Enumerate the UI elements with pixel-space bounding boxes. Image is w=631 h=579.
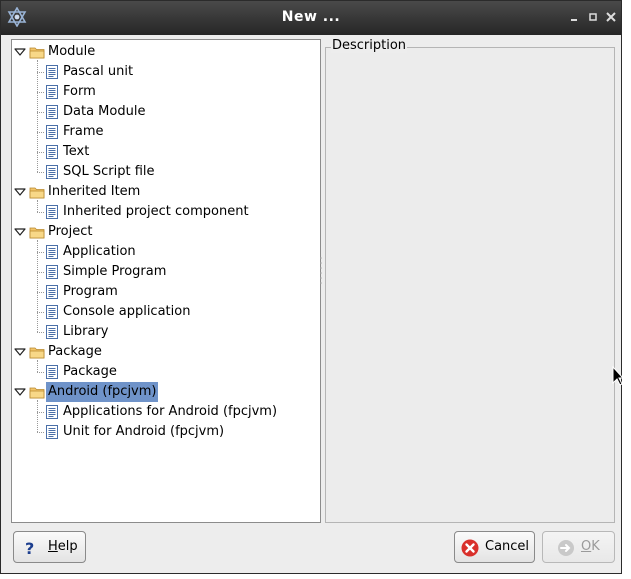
collapse-triangle-icon[interactable] (14, 222, 26, 242)
tree-connector-line (37, 132, 44, 133)
help-mnemonic: H (48, 539, 58, 554)
tree-item-label: Applications for Android (fpcjvm) (63, 404, 278, 419)
tree-connector-line (37, 92, 44, 93)
tree-item-label: Text (63, 144, 90, 159)
tree-connector-line (37, 112, 44, 113)
tree-item-label: Frame (63, 124, 104, 139)
document-icon (46, 125, 58, 139)
maximize-icon (589, 13, 597, 21)
close-icon (606, 12, 616, 22)
tree-connector-line (37, 312, 44, 313)
document-icon (46, 325, 58, 339)
ok-label-rest: K (591, 539, 600, 554)
tree-item-label: Inherited Item (48, 184, 141, 199)
tree-item-label: Program (63, 284, 118, 299)
tree-connector-line (37, 200, 38, 212)
tree-connector-line (37, 172, 44, 173)
window-title: New ... (281, 9, 341, 25)
tree-item-label: SQL Script file (63, 164, 155, 179)
tree-item-label: Console application (63, 304, 191, 319)
tree-item-label: Library (63, 324, 109, 339)
collapse-triangle-icon[interactable] (14, 382, 26, 402)
tree-item-label: Data Module (63, 104, 146, 119)
tree-item-label: Pascal unit (63, 64, 134, 79)
document-icon (46, 105, 58, 119)
document-icon (46, 65, 58, 79)
help-button[interactable]: ? Help (13, 531, 86, 563)
ok-label: OK (581, 532, 600, 562)
tree-connector-line (37, 360, 38, 372)
document-icon (46, 365, 58, 379)
tree-item-label: Form (63, 84, 96, 99)
folder-icon (29, 187, 45, 199)
tree-item-label: Project (48, 224, 93, 239)
cancel-icon (461, 539, 479, 557)
tree-connector-line (37, 372, 44, 373)
collapse-triangle-icon[interactable] (14, 42, 26, 62)
document-icon (46, 305, 58, 319)
mouse-cursor-icon (612, 366, 624, 386)
folder-icon (29, 387, 45, 399)
document-icon (46, 405, 58, 419)
svg-text:?: ? (25, 539, 34, 557)
collapse-triangle-icon[interactable] (14, 182, 26, 202)
document-icon (46, 285, 58, 299)
help-label-rest: elp (57, 539, 78, 554)
tree-connector-line (37, 240, 38, 332)
document-icon (46, 85, 58, 99)
tree-connector-line (37, 212, 44, 213)
cancel-button[interactable]: Cancel (454, 531, 535, 563)
tree-connector-line (37, 412, 44, 413)
help-label: Help (48, 532, 78, 562)
splitter-grip-icon[interactable] (319, 255, 323, 285)
tree-item-label: Simple Program (63, 264, 167, 279)
folder-icon (29, 347, 45, 359)
close-button[interactable] (604, 10, 618, 24)
document-icon (46, 145, 58, 159)
cancel-label: Cancel (485, 539, 530, 554)
tree-item-label: Module (48, 44, 96, 59)
tree-connector-line (37, 332, 44, 333)
ok-mnemonic: O (581, 539, 592, 554)
ok-icon (558, 540, 574, 556)
tree-item-label: Inherited project component (63, 204, 249, 219)
tree-connector-line (37, 432, 44, 433)
document-icon (46, 165, 58, 179)
tree-item-label: Android (fpcjvm) (46, 382, 159, 402)
tree-connector-line (37, 252, 44, 253)
document-icon (46, 265, 58, 279)
description-label: Description (331, 38, 408, 53)
tree-connector-line (37, 292, 44, 293)
description-panel (325, 47, 615, 523)
template-tree[interactable]: Module Pascal unit Form Data Module Frame Tex… (11, 39, 321, 523)
tree-item-label: Unit for Android (fpcjvm) (63, 424, 225, 439)
folder-icon (29, 227, 45, 239)
dialog-content: Module Pascal unit Form Data Module Frame Tex… (1, 35, 621, 573)
minimize-icon (571, 19, 577, 21)
title-bar[interactable]: New ... (1, 1, 621, 35)
tree-connector-line (37, 60, 38, 172)
document-icon (46, 205, 58, 219)
tree-item-label: Application (63, 244, 136, 259)
folder-icon (29, 47, 45, 59)
tree-connector-line (37, 400, 38, 432)
document-icon (46, 425, 58, 439)
tree-connector-line (37, 272, 44, 273)
document-icon (46, 245, 58, 259)
tree-connector-line (37, 152, 44, 153)
ok-button[interactable]: OK (542, 531, 615, 563)
tree-item-label: Package (63, 364, 117, 379)
tree-item-label: Package (48, 344, 102, 359)
question-icon: ? (25, 539, 34, 557)
collapse-triangle-icon[interactable] (14, 342, 26, 362)
new-dialog-window: New ... Module Pascal unit Form Data Module… (0, 0, 622, 574)
minimize-button[interactable] (567, 10, 581, 24)
maximize-button[interactable] (586, 10, 600, 24)
tree-connector-line (37, 72, 44, 73)
